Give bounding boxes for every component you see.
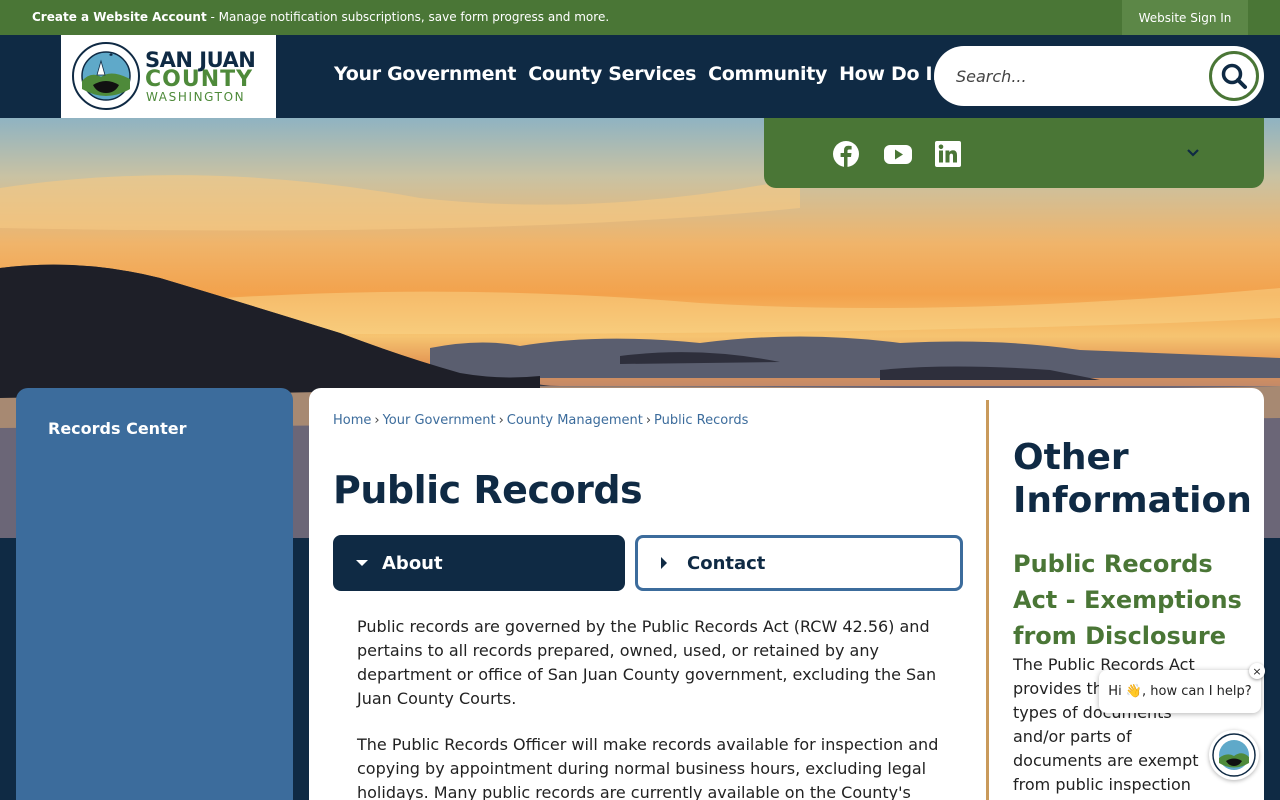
caret-right-icon: [661, 557, 667, 569]
account-message: Create a Website Account - Manage notifi…: [32, 10, 609, 24]
sidebar: Records Center: [16, 388, 293, 800]
county-seal-icon: [1212, 733, 1256, 777]
breadcrumb-your-government[interactable]: Your Government: [383, 413, 496, 428]
logo-line-2: COUNTY: [145, 67, 254, 92]
sidebar-item-records-center[interactable]: Records Center: [48, 419, 186, 438]
search-input[interactable]: [956, 62, 1186, 90]
nav-county-services[interactable]: County Services: [528, 63, 696, 85]
breadcrumb-county-management[interactable]: County Management: [507, 413, 643, 428]
breadcrumb-separator: ›: [374, 413, 380, 428]
facebook-icon[interactable]: [832, 140, 860, 168]
create-account-link[interactable]: Create a Website Account: [32, 10, 207, 24]
nav-your-government[interactable]: Your Government: [334, 63, 517, 85]
breadcrumb: Home › Your Government › County Management › P…: [333, 413, 748, 428]
chevron-down-icon[interactable]: [1186, 148, 1200, 158]
top-bar: Create a Website Account - Manage notifi…: [0, 0, 1280, 35]
youtube-icon[interactable]: [883, 140, 913, 168]
tab-about[interactable]: About: [333, 535, 625, 591]
chat-bubble[interactable]: Hi 👋, how can I help?: [1099, 670, 1261, 713]
site-header: SAN JUAN COUNTY WASHINGTON Your Governme…: [0, 35, 1280, 118]
logo-line-3: WASHINGTON: [146, 90, 246, 104]
nav-community[interactable]: Community: [708, 63, 827, 85]
search-icon: [1221, 63, 1247, 89]
main-content: Home › Your Government › County Management › P…: [309, 388, 1264, 800]
county-seal-icon: [72, 42, 140, 110]
about-paragraph-2: The Public Records Officer will make rec…: [357, 735, 939, 800]
column-divider: [986, 400, 989, 800]
breadcrumb-home[interactable]: Home: [333, 413, 371, 428]
about-paragraph-1: Public records are governed by the Publi…: [357, 617, 937, 708]
chat-launcher-button[interactable]: [1209, 730, 1259, 780]
county-logo[interactable]: SAN JUAN COUNTY WASHINGTON: [61, 35, 276, 118]
other-information-heading: Other Information: [1013, 437, 1252, 521]
search-button[interactable]: [1209, 51, 1259, 101]
caret-down-icon: [356, 560, 368, 566]
account-description: - Manage notification subscriptions, sav…: [206, 10, 610, 24]
social-bar: [764, 118, 1264, 188]
tab-contact-label: Contact: [687, 552, 766, 574]
linkedin-icon[interactable]: [934, 140, 962, 168]
records-act-link[interactable]: Public Records Act - Exemptions from Dis…: [1013, 546, 1253, 654]
tab-contact[interactable]: Contact: [635, 535, 963, 591]
tab-about-label: About: [382, 552, 443, 574]
search-box: [934, 46, 1264, 106]
chat-close-button[interactable]: ×: [1249, 663, 1265, 679]
breadcrumb-public-records[interactable]: Public Records: [654, 413, 748, 428]
page-title: Public Records: [333, 468, 643, 512]
breadcrumb-separator: ›: [498, 413, 504, 428]
sign-in-button[interactable]: Website Sign In: [1122, 0, 1248, 35]
breadcrumb-separator: ›: [645, 413, 652, 428]
main-nav: Your Government County Services Communit…: [334, 63, 965, 85]
